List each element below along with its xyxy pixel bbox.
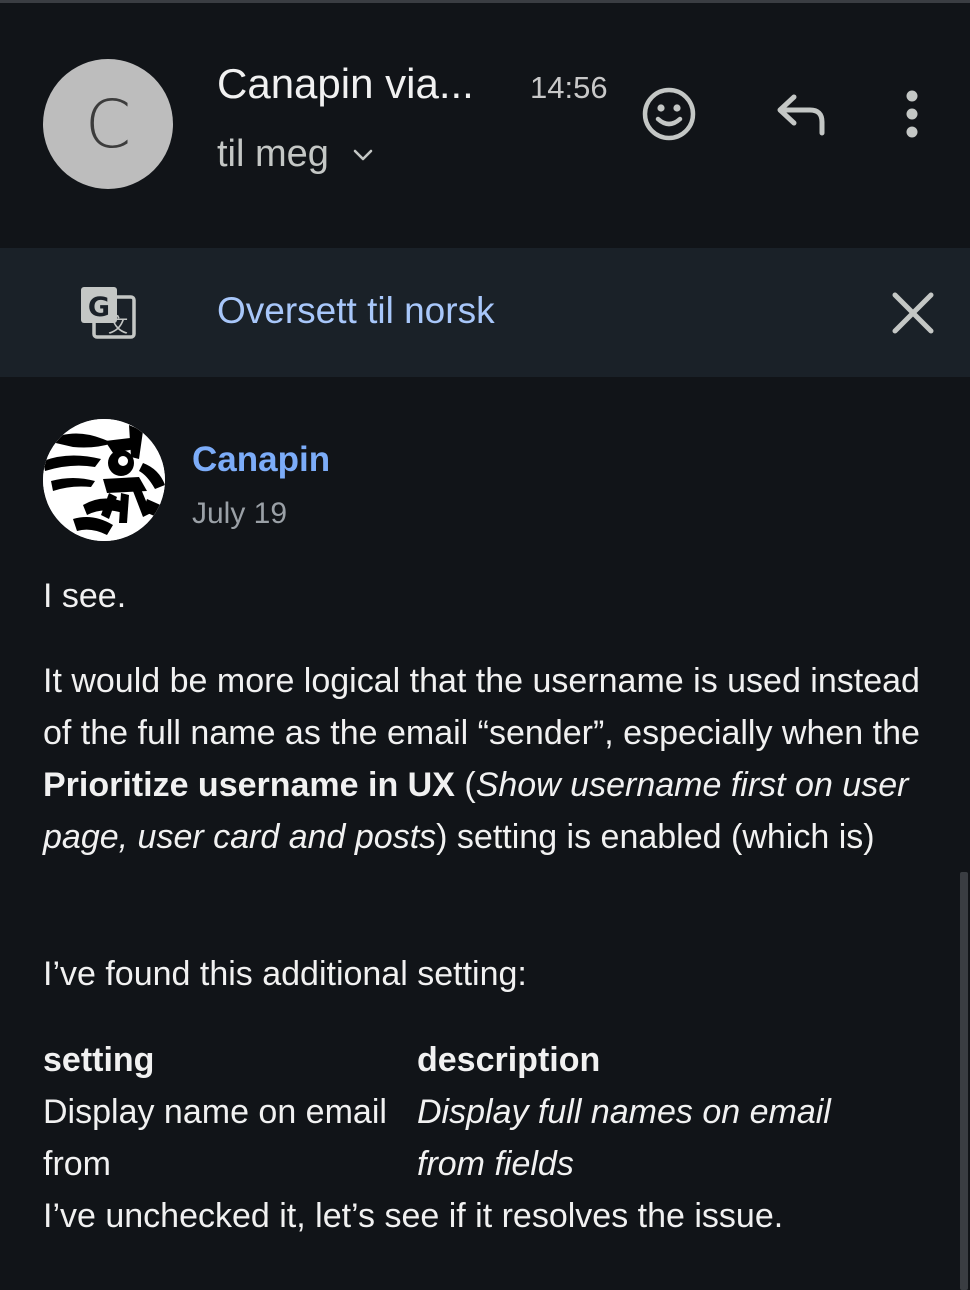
table-header-description: description — [417, 1041, 601, 1079]
paragraph-2-text: It would be more logical that the userna… — [43, 662, 920, 752]
add-reaction-button[interactable] — [637, 82, 701, 146]
paragraph-4: I’ve unchecked it, let’s see if it resol… — [43, 1197, 784, 1235]
recipient-toggle[interactable]: til meg — [217, 133, 375, 176]
translate-bar: G 文 Oversett til norsk — [0, 248, 970, 377]
scrollbar[interactable] — [960, 872, 968, 1290]
google-translate-icon: G 文 — [81, 287, 136, 339]
recipient-label: til meg — [217, 133, 329, 175]
smiley-icon — [642, 87, 696, 141]
paragraph-1: I see. — [43, 577, 127, 615]
table-cell-description: Display full names on email from fields — [417, 1093, 831, 1183]
reply-arrow-icon — [777, 94, 825, 136]
svg-text:文: 文 — [108, 313, 128, 337]
avatar-letter: C — [84, 85, 132, 163]
table-column-description: description Display full names on email … — [417, 1034, 897, 1190]
paragraph-2-tail: ) setting is enabled (which is) — [436, 818, 875, 856]
more-options-button[interactable] — [882, 82, 942, 146]
chevron-down-icon — [353, 149, 373, 160]
table-column-setting: setting Display name on email from — [43, 1034, 415, 1190]
sender-avatar[interactable]: C — [43, 59, 173, 189]
translate-link[interactable]: Oversett til norsk — [217, 290, 495, 332]
author-avatar[interactable] — [43, 419, 165, 541]
reply-button[interactable] — [768, 82, 832, 146]
setting-name: Prioritize username in UX — [43, 766, 455, 804]
close-icon[interactable] — [887, 287, 939, 339]
more-vertical-icon — [906, 90, 918, 138]
paragraph-2-paren-open: ( — [454, 766, 476, 804]
svg-text:G: G — [88, 292, 110, 323]
post-date: July 19 — [192, 497, 288, 530]
paragraph-2: It would be more logical that the userna… — [43, 655, 923, 863]
sender-name[interactable]: Canapin via... — [217, 60, 474, 108]
table-cell-setting: Display name on email from — [43, 1093, 387, 1183]
top-divider — [0, 0, 970, 3]
author-avatar-image — [43, 419, 165, 541]
received-time: 14:56 — [530, 70, 608, 105]
table-header-setting: setting — [43, 1041, 155, 1079]
post-author[interactable]: Canapin — [192, 440, 330, 480]
email-view: C Canapin via... 14:56 til meg G 文 Overs… — [0, 0, 970, 1290]
paragraph-3: I’ve found this additional setting: — [43, 955, 527, 993]
